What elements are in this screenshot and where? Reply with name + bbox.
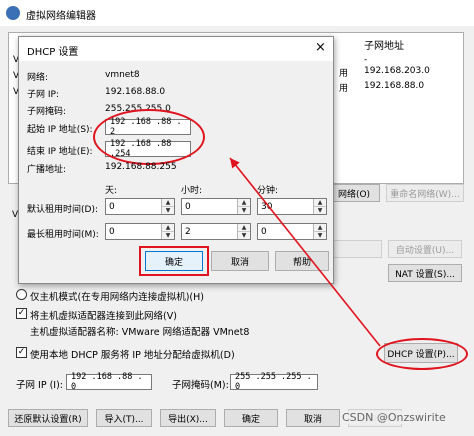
annotation-arrow — [229, 157, 381, 347]
